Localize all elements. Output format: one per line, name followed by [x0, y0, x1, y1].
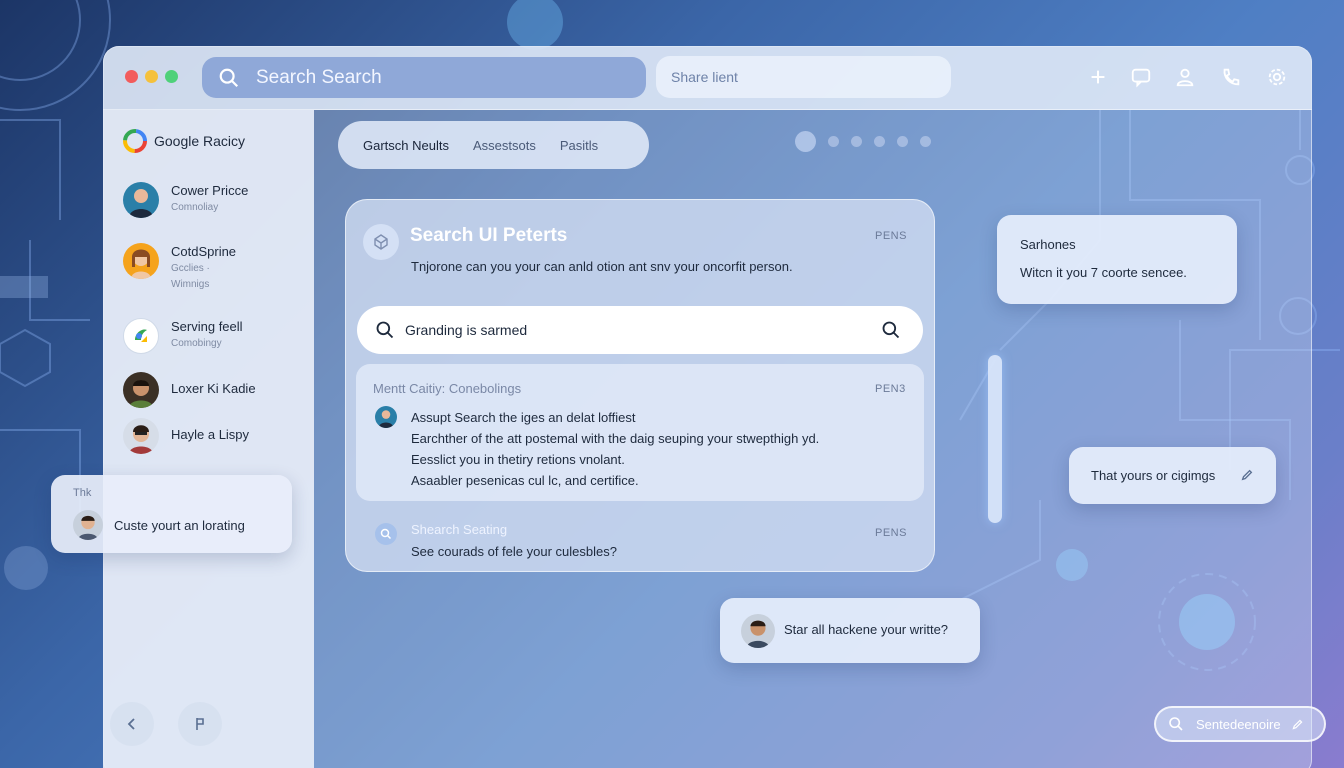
back-button[interactable]	[110, 702, 154, 746]
pager-dot[interactable]	[795, 131, 816, 152]
cube-icon	[374, 234, 388, 250]
floating-card-row: Custe yourt an lorating	[73, 510, 245, 540]
panel-icon-badge	[363, 224, 399, 260]
sidebar-item-name: Loxer Ki Kadie	[171, 381, 256, 396]
info-card[interactable]	[997, 215, 1237, 304]
panel-badge: PENS	[875, 230, 907, 242]
sidebar-item-hayle-a-lispy[interactable]: Hayle a Lispy	[123, 418, 249, 454]
pencil-icon	[1292, 719, 1303, 730]
pager-dot[interactable]	[920, 136, 931, 147]
avatar	[123, 243, 159, 279]
sidebar-item-name: Cower Pricce	[171, 183, 249, 198]
minimize-dot[interactable]	[145, 70, 158, 83]
sidebar-item-name: CotdSprine	[171, 244, 237, 259]
plus-icon[interactable]	[1087, 66, 1109, 88]
person-icon	[129, 189, 153, 218]
share-input[interactable]: Share lient	[656, 56, 951, 98]
avatar	[123, 372, 159, 408]
tab-bar: Gartsch Neults Assestsots Pasitls	[338, 121, 649, 169]
google-icon	[123, 129, 147, 153]
flag-icon	[196, 718, 204, 730]
pager-dot[interactable]	[828, 136, 839, 147]
person-icon	[131, 249, 151, 279]
maximize-dot[interactable]	[165, 70, 178, 83]
secondary-heading: Shearch Seating	[411, 522, 508, 537]
sidebar-item-sub: Comobingy	[171, 338, 222, 349]
info-card-title: Sarhones	[1020, 237, 1076, 252]
sidebar-item-cower-pricce[interactable]: Cower Pricce Comnoliay	[123, 182, 248, 218]
person-icon	[378, 410, 394, 428]
result-line: Eesslict you in thetiry retions vnolant.	[411, 452, 625, 467]
app-logo-icon	[135, 329, 147, 342]
panel-search-value: Granding is sarmed	[405, 322, 528, 338]
flag-button[interactable]	[178, 702, 222, 746]
avatar	[123, 318, 159, 354]
message-card-text: Star all hackene your writte?	[784, 622, 949, 637]
scrollbar[interactable]	[988, 355, 1002, 523]
sidebar-header-label: Google Racicy	[154, 133, 246, 149]
search-bar-text: Search Search	[256, 66, 382, 88]
result-line: Asaabler pesenicas cul lc, and certifice…	[411, 473, 639, 488]
secondary-text[interactable]: See courads of fele your culesbles?	[411, 544, 617, 559]
phone-icon[interactable]	[1220, 66, 1242, 88]
result-line: Assupt Search the iges an delat loffiest	[411, 410, 636, 425]
sidebar-item-name: Serving feell	[171, 319, 243, 334]
secondary-icon-badge	[375, 523, 397, 545]
panel-description: Tnjorone can you your can anld otion ant…	[411, 259, 793, 274]
search-icon	[1169, 717, 1183, 731]
person-icon	[78, 515, 98, 540]
close-dot[interactable]	[125, 70, 138, 83]
chat-icon[interactable]	[1130, 66, 1152, 88]
sidebar-item-serving-feell[interactable]: Serving feell Comobingy	[123, 318, 243, 354]
pager-dot[interactable]	[874, 136, 885, 147]
info-card-text: Witcn it you 7 coorte sencee.	[1020, 265, 1187, 280]
result-line: Earchther of the att postemal with the d…	[411, 431, 820, 446]
person-icon	[129, 380, 153, 408]
suggestion-card-text: That yours or cigimgs	[1091, 468, 1216, 483]
result-heading: Mentt Caitiy: Conebolings	[373, 381, 522, 396]
sidebar-item-loxer-ki-kadie[interactable]: Loxer Ki Kadie	[123, 372, 256, 408]
sidebar-item-name: Hayle a Lispy	[171, 427, 250, 442]
sidebar-item-sub: Comnoliay	[171, 202, 219, 213]
bottom-search-pill[interactable]: Sentedeenoire	[1154, 706, 1326, 742]
search-bar[interactable]: Search Search	[202, 57, 646, 98]
person-icon	[746, 620, 770, 648]
secondary-badge: PENS	[875, 527, 907, 539]
chevron-left-icon	[127, 718, 135, 730]
bottom-pill-text: Sentedeenoire	[1196, 716, 1281, 732]
pencil-icon	[1241, 469, 1253, 481]
search-icon	[380, 528, 392, 540]
floating-card-text: Custe yourt an lorating	[114, 517, 245, 533]
panel-search-input[interactable]: Granding is sarmed	[357, 306, 923, 354]
search-icon	[219, 68, 239, 87]
pager-dot[interactable]	[851, 136, 862, 147]
person-icon	[129, 425, 153, 454]
pager-dot[interactable]	[897, 136, 908, 147]
result-badge: PEN3	[875, 383, 906, 395]
sidebar-item-cotdsprine[interactable]: CotdSprine Gcclies · Wimnigs	[123, 243, 236, 293]
floating-card-label: Thk	[73, 487, 92, 499]
avatar	[123, 418, 159, 454]
avatar	[123, 182, 159, 218]
panel-title: Search UI Peterts	[410, 225, 568, 246]
tab-gartsch-neults[interactable]: Gartsch Neults	[351, 138, 461, 153]
sidebar-item-sub: Wimnigs	[171, 279, 210, 290]
avatar	[73, 510, 103, 540]
share-input-text: Share lient	[671, 69, 738, 85]
search-submit-icon[interactable]	[881, 320, 901, 340]
search-icon	[376, 321, 394, 339]
avatar	[375, 406, 397, 428]
sidebar-item-sub: Gcclies ·	[171, 263, 210, 274]
sidebar-header[interactable]: Google Racicy	[123, 129, 245, 153]
settings-icon[interactable]	[1266, 66, 1288, 88]
avatar	[741, 614, 775, 648]
tab-pasitls[interactable]: Pasitls	[548, 138, 610, 153]
tab-assestsots[interactable]: Assestsots	[461, 138, 548, 153]
user-icon[interactable]	[1174, 66, 1196, 88]
